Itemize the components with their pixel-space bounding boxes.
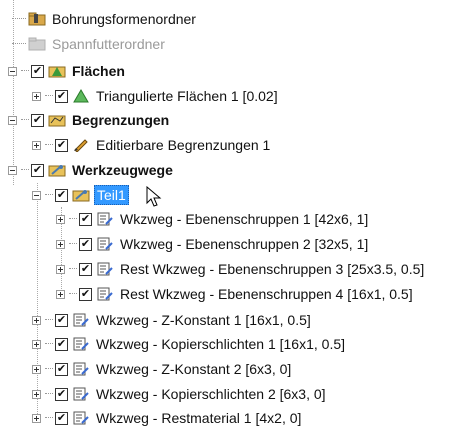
tree-connector — [12, 18, 26, 20]
tree-connector — [21, 119, 29, 121]
collapse-toggle[interactable] — [32, 190, 41, 200]
tree-connector — [12, 43, 26, 45]
tree-connector — [69, 268, 77, 270]
collapse-toggle[interactable] — [8, 165, 17, 175]
tree-connector — [45, 194, 53, 196]
toolpath-icon — [96, 261, 114, 277]
visibility-checkbox[interactable]: ✔ — [55, 313, 68, 327]
tree-item-toolpath[interactable]: ✔ Wkzweg - Ebenenschruppen 2 [32x5, 1] — [56, 232, 370, 256]
collapse-toggle[interactable] — [8, 115, 17, 125]
tree-item-toolpath[interactable]: ✔ Wkzweg - Z-Konstant 1 [16x1, 0.5] — [32, 308, 313, 332]
tree-item-toolpath[interactable]: ✔ Rest Wkzweg - Ebenenschruppen 3 [25x3.… — [56, 257, 426, 281]
tree-connector — [45, 95, 53, 97]
tree-connector — [21, 70, 29, 72]
toolpaths-folder-icon — [48, 162, 66, 178]
tree-item-begrenzungen[interactable]: ✔ Begrenzungen — [8, 108, 171, 132]
visibility-checkbox[interactable]: ✔ — [31, 64, 44, 78]
tree-item-label: Begrenzungen — [72, 112, 170, 128]
tree-item-label: Wkzweg - Z-Konstant 1 [16x1, 0.5] — [96, 312, 311, 328]
tree-item-werkzeugwege[interactable]: ✔ Werkzeugwege — [8, 158, 175, 182]
visibility-checkbox[interactable]: ✔ — [55, 411, 68, 425]
expand-toggle[interactable] — [32, 364, 41, 374]
expand-toggle[interactable] — [56, 264, 65, 274]
tree-item-triangulierte-flaechen[interactable]: ✔ Triangulierte Flächen 1 [0.02] — [32, 84, 280, 108]
visibility-checkbox[interactable]: ✔ — [55, 337, 68, 351]
tree-item-toolpath[interactable]: ✔ Wkzweg - Ebenenschruppen 1 [42x6, 1] — [56, 207, 370, 231]
toolpath-icon — [96, 286, 114, 302]
tree-item-label: Spannfutterordner — [52, 36, 165, 52]
tree-item-editierbare-begrenzungen[interactable]: ✔ Editierbare Begrenzungen 1 — [32, 133, 272, 157]
toolpath-folder-icon — [72, 187, 90, 203]
toolpath-icon — [96, 211, 114, 227]
mouse-cursor-icon — [146, 185, 162, 211]
tree-connector — [45, 319, 53, 321]
tree-connector — [21, 169, 29, 171]
expand-toggle[interactable] — [32, 315, 41, 325]
tree-connector — [69, 293, 77, 295]
tree-connector — [45, 417, 53, 419]
folder-icon — [28, 36, 46, 52]
tree-item-label: Rest Wkzweg - Ebenenschruppen 3 [25x3.5,… — [120, 261, 425, 277]
toolpath-icon — [72, 336, 90, 352]
tree-item-label: Flächen — [72, 63, 125, 79]
tree-item-label: Werkzeugwege — [72, 162, 173, 178]
toolpath-icon — [72, 386, 90, 402]
collapse-toggle[interactable] — [8, 66, 17, 76]
toolpath-icon — [96, 236, 114, 252]
tree-item-toolpath[interactable]: ✔ Wkzweg - Kopierschlichten 2 [6x3, 0] — [32, 382, 328, 406]
expand-toggle[interactable] — [56, 239, 65, 249]
expand-toggle[interactable] — [56, 289, 65, 299]
visibility-checkbox[interactable]: ✔ — [79, 287, 92, 301]
expand-toggle[interactable] — [32, 389, 41, 399]
visibility-checkbox[interactable]: ✔ — [55, 138, 68, 152]
expand-toggle[interactable] — [32, 413, 41, 423]
toolpath-icon — [72, 410, 90, 426]
tree-item-spannfutterordner[interactable]: Spannfutterordner — [12, 32, 167, 56]
tree-item-toolpath[interactable]: ✔ Wkzweg - Restmaterial 1 [4x2, 0] — [32, 406, 303, 430]
visibility-checkbox[interactable]: ✔ — [55, 89, 68, 103]
visibility-checkbox[interactable]: ✔ — [79, 262, 92, 276]
tree-connector — [45, 368, 53, 370]
triangulated-surface-icon — [72, 88, 90, 104]
tree-item-toolpath[interactable]: ✔ Wkzweg - Z-Konstant 2 [6x3, 0] — [32, 357, 293, 381]
folder-icon — [28, 11, 46, 27]
tree-item-label: Wkzweg - Ebenenschruppen 2 [32x5, 1] — [120, 236, 369, 252]
boundaries-folder-icon — [48, 112, 66, 128]
tree-item-toolpath[interactable]: ✔ Rest Wkzweg - Ebenenschruppen 4 [16x1,… — [56, 282, 415, 306]
tree-item-toolpath[interactable]: ✔ Wkzweg - Kopierschlichten 1 [16x1, 0.5… — [32, 332, 347, 356]
visibility-checkbox[interactable]: ✔ — [31, 163, 44, 177]
expand-toggle[interactable] — [32, 91, 41, 101]
tree-item-label: Wkzweg - Ebenenschruppen 1 [42x6, 1] — [120, 211, 369, 227]
expand-toggle[interactable] — [32, 339, 41, 349]
tree-item-label: Wkzweg - Kopierschlichten 1 [16x1, 0.5] — [96, 336, 346, 352]
tree-item-label: Wkzweg - Z-Konstant 2 [6x3, 0] — [96, 361, 292, 377]
tree-item-teil1[interactable]: ✔ Teil1 — [32, 183, 129, 207]
tree-connector — [45, 393, 53, 395]
tree-item-label: Wkzweg - Restmaterial 1 [4x2, 0] — [96, 410, 302, 426]
tree-item-label: Editierbare Begrenzungen 1 — [96, 137, 271, 153]
tree-connector — [45, 343, 53, 345]
visibility-checkbox[interactable]: ✔ — [55, 188, 68, 202]
tree-item-bohrungsformenordner[interactable]: Bohrungsformenordner — [12, 7, 198, 31]
visibility-checkbox[interactable]: ✔ — [31, 113, 44, 127]
expand-toggle[interactable] — [32, 140, 41, 150]
toolpath-icon — [72, 361, 90, 377]
visibility-checkbox[interactable]: ✔ — [79, 237, 92, 251]
expand-toggle[interactable] — [56, 214, 65, 224]
pencil-icon — [72, 137, 90, 153]
tree-connector — [45, 144, 53, 146]
tree-connector — [69, 218, 77, 220]
tree-item-label: Teil1 — [94, 185, 129, 205]
tree-item-label: Bohrungsformenordner — [52, 11, 196, 27]
visibility-checkbox[interactable]: ✔ — [55, 362, 68, 376]
tree-connector — [69, 243, 77, 245]
tree-item-label: Wkzweg - Kopierschlichten 2 [6x3, 0] — [96, 386, 326, 402]
toolpath-icon — [72, 312, 90, 328]
tree-item-label: Rest Wkzweg - Ebenenschruppen 4 [16x1, 0… — [120, 286, 413, 302]
tree-item-label: Triangulierte Flächen 1 [0.02] — [96, 88, 278, 104]
tree-item-flaechen[interactable]: ✔ Flächen — [8, 59, 127, 83]
visibility-checkbox[interactable]: ✔ — [79, 212, 92, 226]
surfaces-folder-icon — [48, 63, 66, 79]
visibility-checkbox[interactable]: ✔ — [55, 387, 68, 401]
